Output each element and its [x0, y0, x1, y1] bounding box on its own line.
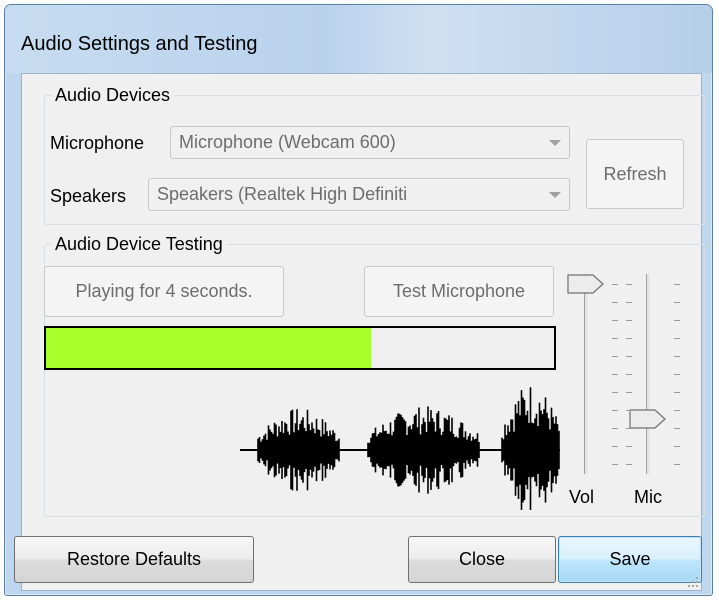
slider-tick — [674, 428, 680, 429]
slider-tick — [612, 302, 618, 303]
slider-tick — [612, 320, 618, 321]
slider-tick — [674, 446, 680, 447]
slider-tick — [674, 320, 680, 321]
waveform-path — [257, 387, 560, 510]
slider-tick — [612, 464, 618, 465]
window-title: Audio Settings and Testing — [21, 33, 258, 55]
speakers-select-value: Speakers (Realtek High Definiti — [157, 184, 408, 204]
slider-tick — [674, 410, 680, 411]
slider-thumb-icon[interactable] — [629, 409, 667, 429]
dialog-client-area: Audio Devices Microphone Microphone (Web… — [14, 73, 705, 591]
slider-tick — [626, 446, 632, 447]
volume-slider[interactable] — [566, 274, 606, 474]
play-test-sound-label: Playing for 4 seconds. — [75, 281, 253, 301]
volume-slider-ticks — [612, 284, 620, 465]
play-test-sound-button[interactable]: Playing for 4 seconds. — [44, 266, 284, 317]
slider-tick — [674, 392, 680, 393]
mic-slider-ticks-right — [674, 284, 682, 465]
slider-tick — [626, 428, 632, 429]
restore-defaults-label: Restore Defaults — [66, 549, 202, 569]
close-button[interactable]: Close — [408, 536, 556, 583]
slider-tick — [626, 374, 632, 375]
slider-tick — [674, 338, 680, 339]
audio-settings-window: Audio Settings and Testing Audio Devices… — [4, 4, 713, 596]
slider-tick — [674, 374, 680, 375]
microphone-select[interactable]: Microphone (Webcam 600) — [170, 126, 570, 159]
slider-tick — [626, 356, 632, 357]
audio-devices-legend: Audio Devices — [55, 85, 171, 105]
slider-thumb-icon[interactable] — [567, 274, 605, 294]
slider-tick — [626, 320, 632, 321]
slider-tick — [626, 338, 632, 339]
speakers-select[interactable]: Speakers (Realtek High Definiti — [148, 178, 570, 211]
slider-tick — [612, 410, 618, 411]
waveform-graphic — [240, 387, 560, 510]
slider-tick — [626, 392, 632, 393]
mic-slider[interactable] — [628, 274, 668, 474]
slider-tick — [674, 464, 680, 465]
slider-tick — [626, 410, 632, 411]
refresh-button-label: Refresh — [603, 163, 667, 184]
slider-tick — [674, 284, 680, 285]
slider-tick — [674, 356, 680, 357]
refresh-button[interactable]: Refresh — [586, 139, 684, 209]
volume-slider-track — [584, 274, 588, 474]
slider-tick — [612, 374, 618, 375]
slider-tick — [612, 446, 618, 447]
slider-tick — [626, 302, 632, 303]
title-bar[interactable]: Audio Settings and Testing — [5, 5, 712, 73]
test-microphone-label: Test Microphone — [392, 281, 526, 301]
audio-level-meter — [44, 326, 556, 370]
restore-defaults-button[interactable]: Restore Defaults — [14, 536, 254, 583]
save-button[interactable]: Save — [558, 536, 702, 583]
slider-tick — [674, 302, 680, 303]
test-microphone-button[interactable]: Test Microphone — [364, 266, 554, 317]
slider-tick — [612, 338, 618, 339]
slider-tick — [626, 464, 632, 465]
slider-tick — [626, 284, 632, 285]
microphone-label: Microphone — [50, 133, 145, 153]
mic-level-label: Mic — [634, 487, 662, 507]
slider-tick — [612, 392, 618, 393]
microphone-select-value: Microphone (Webcam 600) — [179, 132, 396, 152]
slider-tick — [612, 428, 618, 429]
mic-slider-ticks-left — [626, 284, 634, 465]
audio-testing-legend: Audio Device Testing — [55, 234, 223, 254]
resize-grip-icon[interactable] — [687, 576, 699, 588]
chevron-down-icon — [549, 140, 561, 146]
speakers-label: Speakers — [50, 186, 127, 206]
save-button-label: Save — [609, 549, 651, 569]
slider-tick — [612, 284, 618, 285]
mic-slider-track — [646, 274, 650, 474]
audio-level-fill — [46, 328, 372, 368]
slider-tick — [612, 356, 618, 357]
close-button-label: Close — [458, 549, 506, 569]
volume-label: Vol — [569, 487, 595, 507]
chevron-down-icon — [549, 192, 561, 198]
